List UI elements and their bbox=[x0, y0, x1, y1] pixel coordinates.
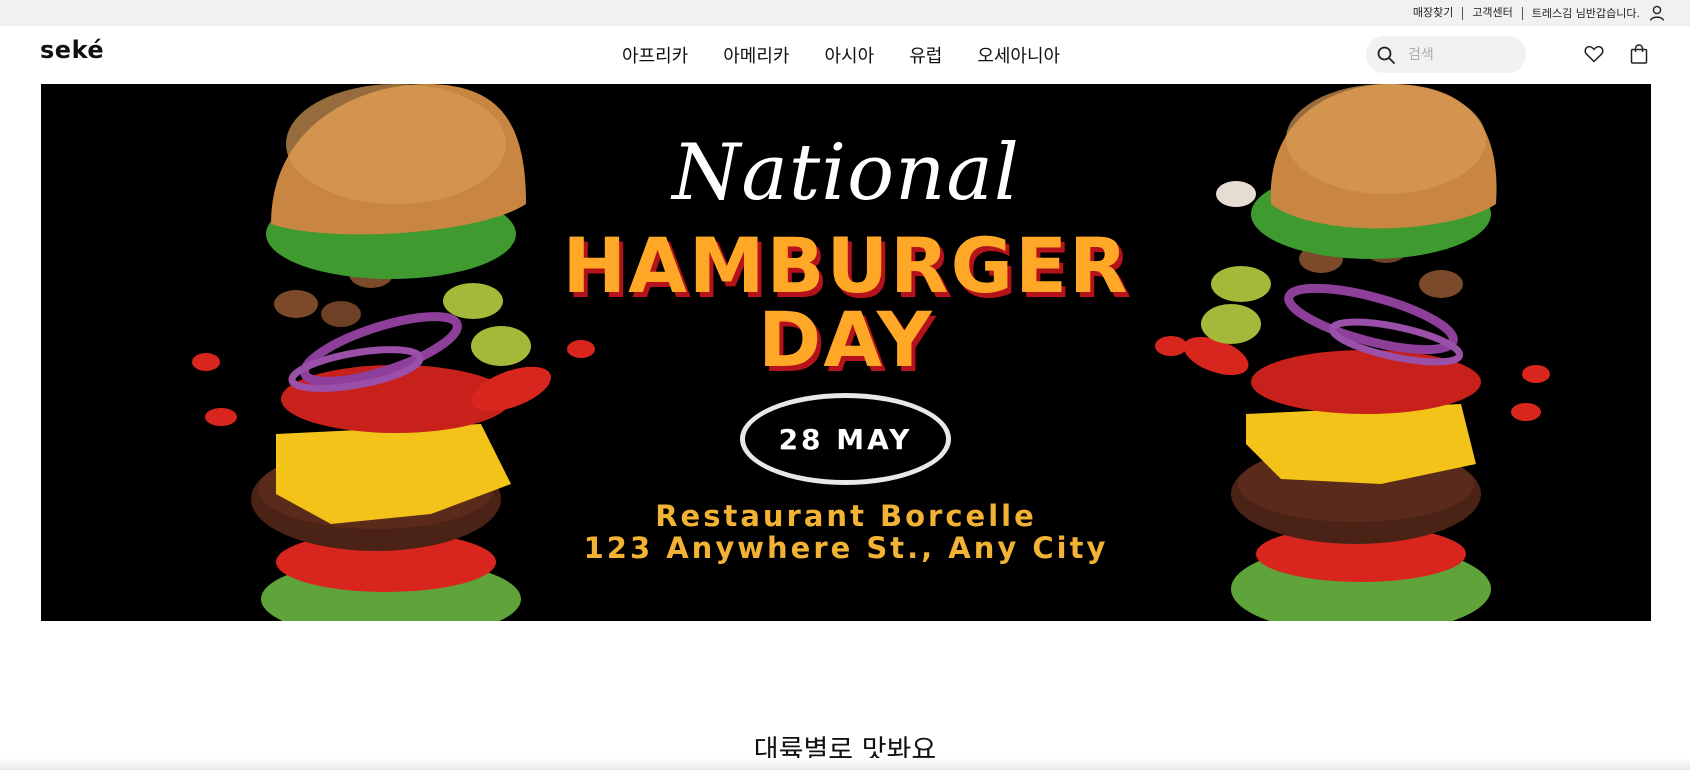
nav-item-asia[interactable]: 아시아 bbox=[825, 42, 875, 68]
user-icon[interactable] bbox=[1648, 4, 1666, 22]
customer-center-link[interactable]: 고객센터 bbox=[1463, 6, 1521, 20]
utility-bar: 매장찾기 고객센터 트레스김 님반갑습니다. bbox=[0, 0, 1690, 26]
hero-banner[interactable]: National HAMBURGER DAY 28 MAY Restaurant… bbox=[41, 84, 1651, 621]
nav-item-america[interactable]: 아메리카 bbox=[723, 42, 789, 68]
nav-item-europe[interactable]: 유럽 bbox=[909, 42, 942, 68]
shopping-bag-icon[interactable] bbox=[1628, 43, 1650, 65]
search-icon[interactable] bbox=[1376, 45, 1396, 65]
banner-script-title: National bbox=[672, 128, 1020, 218]
nav-item-oceania[interactable]: 오세아니아 bbox=[977, 42, 1060, 68]
banner-date: 28 MAY bbox=[778, 422, 913, 456]
banner-headline-day: DAY bbox=[758, 295, 934, 384]
page-bottom-edge bbox=[0, 758, 1690, 770]
store-locator-link[interactable]: 매장찾기 bbox=[1404, 6, 1462, 20]
banner-date-badge: 28 MAY bbox=[740, 393, 951, 485]
heart-icon[interactable] bbox=[1583, 43, 1605, 65]
site-header: seké 아프리카 아메리카 아시아 유럽 오세아니아 bbox=[0, 26, 1690, 84]
search-input[interactable] bbox=[1408, 46, 1518, 63]
site-logo[interactable]: seké bbox=[40, 36, 104, 64]
banner-address: 123 Anywhere St., Any City bbox=[583, 531, 1109, 565]
banner-text-layer: National HAMBURGER DAY 28 MAY Restaurant… bbox=[41, 84, 1651, 621]
banner-restaurant-name: Restaurant Borcelle bbox=[655, 499, 1037, 533]
user-greeting: 트레스김 님반갑습니다. bbox=[1531, 7, 1640, 20]
continent-nav: 아프리카 아메리카 아시아 유럽 오세아니아 bbox=[622, 42, 1060, 68]
search-box[interactable] bbox=[1366, 36, 1526, 73]
nav-item-africa[interactable]: 아프리카 bbox=[622, 42, 688, 68]
